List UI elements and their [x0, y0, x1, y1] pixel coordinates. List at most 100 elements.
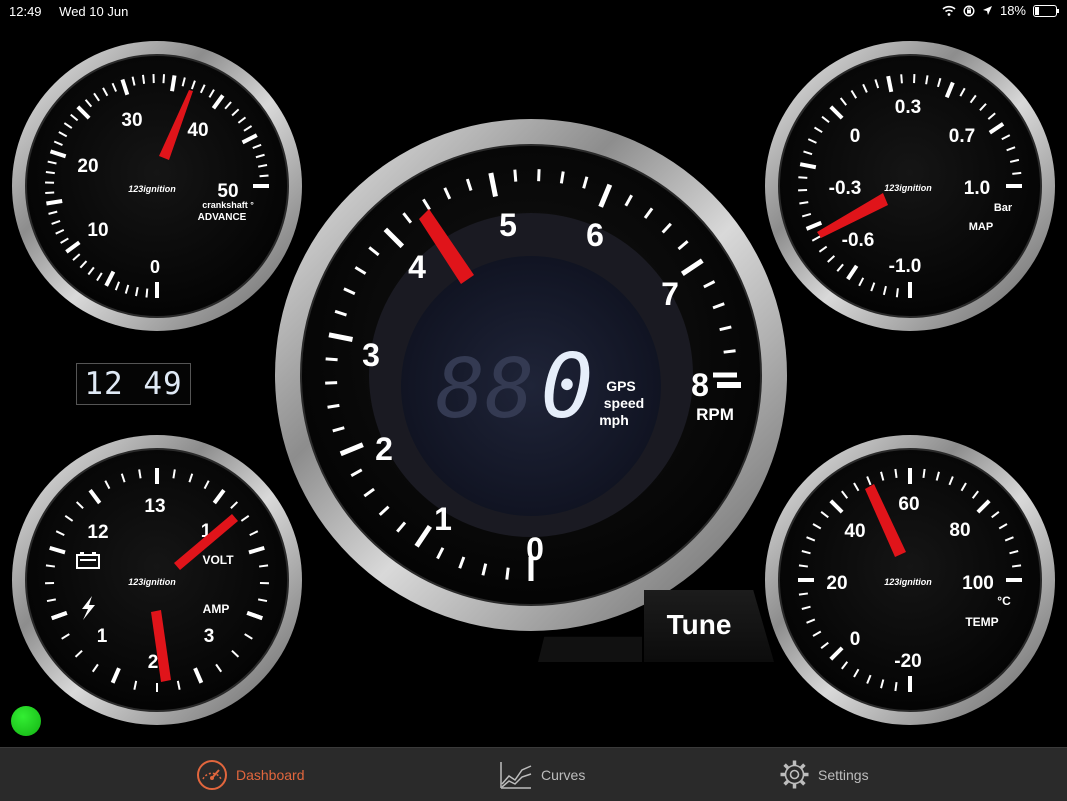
advance-label-20: 20 — [77, 156, 98, 177]
tab-curves[interactable]: Curves — [499, 748, 585, 801]
rpm-label-2: 2 — [375, 431, 393, 467]
rpm-gauge: 0 1 2 3 4 5 6 7 8 RPM 88 0 GPS speed mph — [275, 119, 787, 631]
gauge-tick — [139, 469, 140, 478]
temp-label-0: 0 — [850, 629, 861, 650]
advance-label-10: 10 — [87, 220, 108, 241]
map-unit: Bar — [994, 202, 1013, 214]
tab-settings-label: Settings — [818, 767, 869, 783]
temp-label-60: 60 — [898, 494, 919, 515]
tab-bar: Dashboard Curves — [0, 747, 1067, 801]
advance-label-50: 50 — [217, 181, 238, 202]
map-label-0-7: 0.7 — [949, 126, 975, 147]
amp-label-2: 2 — [148, 652, 159, 673]
gauge-tick — [46, 172, 55, 173]
chart-icon — [499, 760, 533, 790]
speedometer-icon — [196, 759, 228, 791]
volt-amp-brand: 123ignition — [128, 577, 176, 587]
gauge-tick — [328, 405, 340, 407]
temp-label-100: 100 — [962, 573, 994, 594]
gauge-tick — [799, 593, 808, 594]
temp-unit: °C — [997, 594, 1011, 608]
status-led — [11, 706, 41, 736]
location-arrow-icon — [982, 5, 993, 16]
volt-label-13: 13 — [144, 496, 165, 517]
rpm-label-4: 4 — [408, 249, 426, 285]
amp-label-1: 1 — [97, 626, 108, 647]
gauge-tick — [923, 469, 924, 478]
gauge-tick — [901, 74, 902, 83]
digital-clock: 12 49 — [76, 363, 191, 405]
gauge-tick — [515, 170, 516, 182]
volt-amp-gauge: 12 13 1 1 2 3 123ignition VOLT AMP — [12, 435, 302, 725]
status-date: Wed 10 Jun — [59, 4, 128, 19]
rotation-lock-icon — [963, 5, 975, 17]
amp-title: AMP — [203, 602, 230, 616]
gauge-tick — [163, 74, 164, 83]
gauge-tick — [507, 568, 508, 580]
tab-dashboard[interactable]: Dashboard — [196, 748, 305, 801]
gauge-tick — [798, 177, 807, 178]
gauge-tick — [146, 289, 147, 298]
rpm-label-6: 6 — [586, 217, 604, 253]
gauge-tick — [897, 288, 898, 297]
rpm-label-8: 8 — [691, 367, 709, 403]
rpm-label-0: 0 — [526, 531, 544, 567]
rpm-label-3: 3 — [362, 337, 380, 373]
advance-brand: 123ignition — [128, 184, 176, 194]
temp-gauge: -20 0 20 40 60 80 100 123ignition °C TEM… — [765, 435, 1055, 725]
gear-icon — [779, 759, 810, 790]
battery-percent: 18% — [1000, 3, 1026, 18]
advance-title-2: ADVANCE — [198, 212, 247, 223]
gauge-tick — [172, 75, 175, 91]
advance-title-1: crankshaft ° — [202, 200, 254, 210]
gauge-tick — [260, 175, 269, 176]
volt-label-12: 12 — [87, 522, 108, 543]
advance-label-40: 40 — [187, 120, 208, 141]
tune-button[interactable]: Tune — [644, 590, 774, 662]
map-label-neg-0-6: -0.6 — [842, 230, 875, 251]
temp-title: TEMP — [965, 615, 998, 629]
speed-label-speed: speed — [604, 395, 644, 411]
gauge-tick — [326, 359, 338, 360]
advance-label-0: 0 — [150, 257, 160, 277]
amp-label-3: 3 — [204, 626, 215, 647]
speed-label-mph: mph — [599, 412, 629, 428]
map-gauge: -1.0 -0.6 -0.3 0 0.3 0.7 1.0 123ignition… — [765, 41, 1055, 331]
speed-label-gps: GPS — [606, 378, 636, 394]
rpm-label-1: 1 — [434, 501, 452, 537]
gauge-tick — [799, 565, 808, 566]
gauge-tick — [143, 75, 144, 84]
temp-brand: 123ignition — [884, 577, 932, 587]
gauge-tick — [46, 565, 55, 566]
tab-settings[interactable]: Settings — [779, 748, 869, 801]
rpm-label-7: 7 — [661, 276, 679, 312]
gauge-tick — [46, 201, 62, 204]
temp-label-neg-20: -20 — [894, 651, 921, 672]
status-bar: 12:49 Wed 10 Jun 18% — [0, 0, 1067, 22]
temp-label-40: 40 — [844, 521, 865, 542]
status-time: 12:49 — [9, 4, 42, 19]
battery-icon — [1033, 5, 1057, 17]
map-label-1-0: 1.0 — [964, 178, 990, 199]
wifi-icon — [942, 5, 956, 16]
gauge-tick — [1012, 173, 1021, 174]
advance-gauge: 0 10 20 30 40 50 123ignition crankshaft … — [12, 41, 302, 331]
gauge-tick — [799, 202, 808, 203]
map-brand: 123ignition — [884, 183, 932, 193]
map-label-neg-0-3: -0.3 — [829, 178, 862, 199]
speed-digit-value: 0 — [541, 335, 594, 438]
temp-label-80: 80 — [949, 520, 970, 541]
rpm-label-5: 5 — [499, 207, 517, 243]
speed-digits-dim: 88 — [436, 342, 535, 437]
volt-title: VOLT — [202, 553, 234, 567]
tab-dashboard-label: Dashboard — [236, 767, 305, 783]
temp-label-20: 20 — [826, 573, 847, 594]
map-label-0-3: 0.3 — [895, 97, 921, 118]
map-title: MAP — [969, 221, 993, 233]
rpm-title: RPM — [696, 405, 734, 424]
map-label-0: 0 — [850, 126, 861, 147]
gauge-tick — [173, 469, 174, 478]
gauge-tick — [724, 351, 736, 352]
gauge-tick — [895, 682, 896, 691]
gauge-tick — [561, 172, 563, 184]
